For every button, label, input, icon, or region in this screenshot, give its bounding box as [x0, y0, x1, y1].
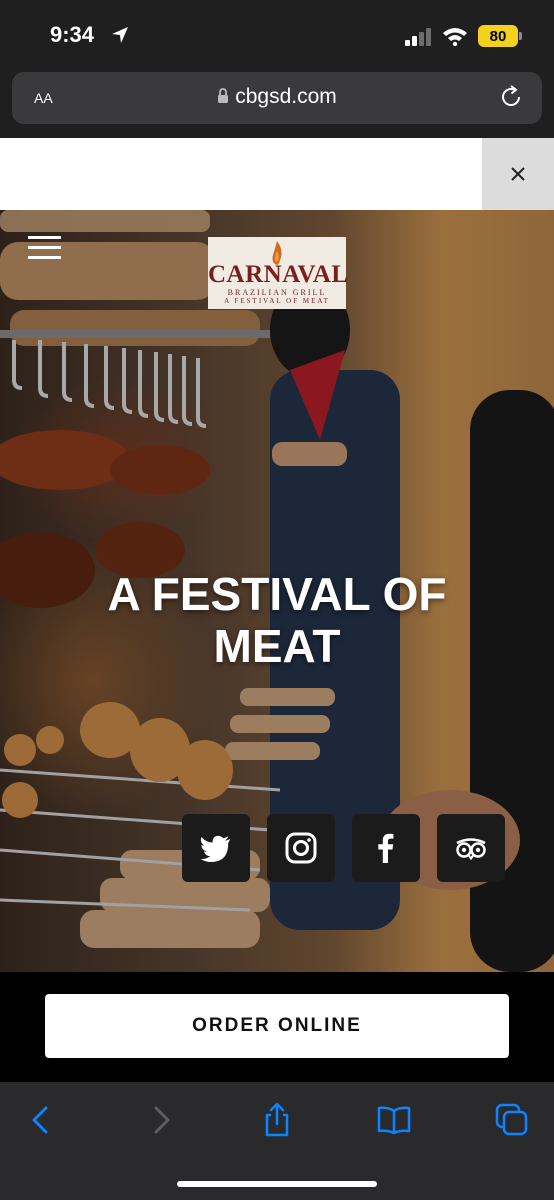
tripadvisor-button[interactable] [437, 814, 505, 882]
order-section: ORDER ONLINE [0, 972, 554, 1082]
facebook-button[interactable] [352, 814, 420, 882]
signal-icon [405, 28, 431, 46]
status-time: 9:34 [50, 22, 95, 47]
carnaval-logo[interactable]: CARNAVAL BRAZILIAN GRILL A FESTIVAL OF M… [208, 237, 349, 309]
share-icon[interactable] [259, 1102, 295, 1138]
logo-name: CARNAVAL [208, 261, 349, 288]
twitter-icon [200, 835, 230, 863]
bookmarks-icon[interactable] [376, 1102, 412, 1138]
banner-close-button[interactable] [482, 138, 554, 210]
logo-tagline: A FESTIVAL OF MEAT [224, 297, 330, 305]
url-text: cbgsd.com [235, 85, 337, 108]
tripadvisor-icon [456, 838, 486, 861]
address-bar[interactable]: AA cbgsd.com [12, 72, 542, 124]
order-online-button[interactable]: ORDER ONLINE [45, 994, 509, 1058]
close-icon [511, 167, 525, 181]
reload-icon[interactable] [498, 84, 524, 110]
home-indicator[interactable] [177, 1181, 377, 1187]
forward-icon[interactable] [142, 1102, 178, 1138]
back-icon[interactable] [24, 1102, 60, 1138]
facebook-icon [378, 833, 394, 863]
instagram-button[interactable] [267, 814, 335, 882]
lock-icon [218, 88, 229, 103]
battery-icon: 80 [478, 25, 518, 47]
twitter-button[interactable] [182, 814, 250, 882]
battery-nub [519, 32, 522, 40]
instagram-icon [285, 832, 317, 864]
tabs-icon[interactable] [494, 1102, 530, 1138]
browser-chrome-top: AA cbgsd.com [0, 72, 554, 138]
status-bar: 9:34 80 [0, 0, 554, 72]
battery-level: 80 [489, 27, 507, 45]
hero-headline-line1: A FESTIVAL OF [107, 568, 447, 620]
wifi-icon [443, 28, 467, 46]
logo-subtitle: BRAZILIAN GRILL [227, 288, 327, 297]
hero-headline: A FESTIVAL OF MEAT [0, 568, 554, 672]
menu-hamburger-icon[interactable] [28, 236, 61, 262]
hero-section: CARNAVAL BRAZILIAN GRILL A FESTIVAL OF M… [0, 210, 554, 972]
promo-banner [0, 138, 554, 210]
social-links [182, 814, 505, 882]
url-display[interactable]: cbgsd.com [12, 85, 542, 109]
hero-headline-line2: MEAT [213, 620, 341, 672]
location-arrow-icon [112, 27, 128, 43]
